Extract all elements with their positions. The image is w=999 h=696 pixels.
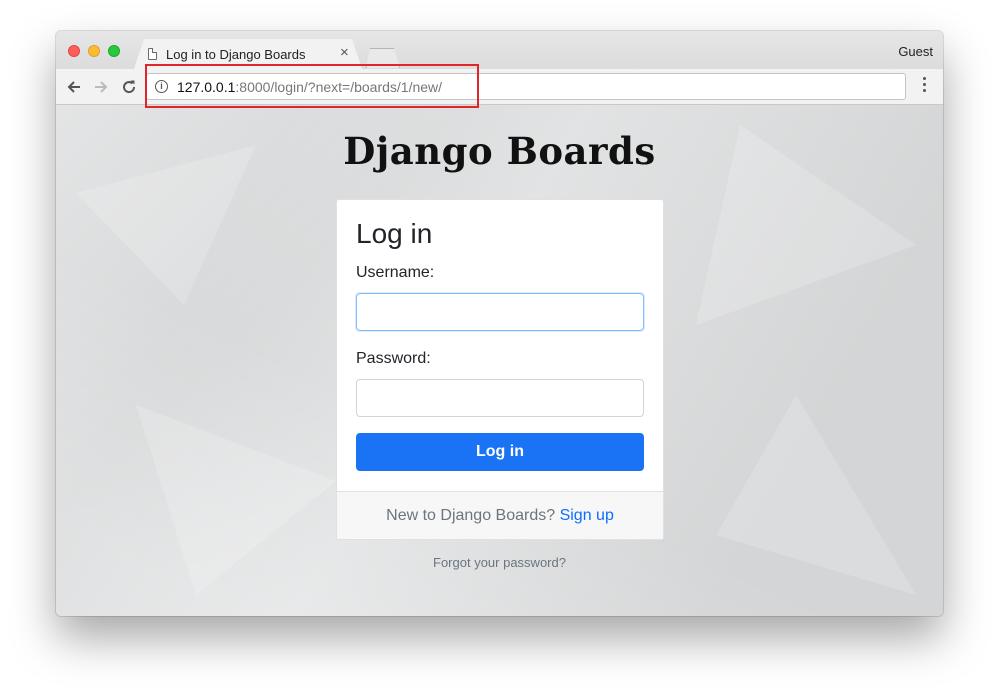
forgot-password-link[interactable]: Forgot your password? (56, 555, 943, 570)
menu-dots-icon[interactable] (922, 77, 928, 95)
login-button[interactable]: Log in (356, 433, 644, 471)
signup-link[interactable]: Sign up (560, 507, 614, 524)
browser-window: Log in to Django Boards × Guest i 127.0.… (56, 31, 943, 616)
card-title: Log in (356, 218, 433, 249)
site-brand[interactable]: Django Boards (56, 129, 943, 173)
close-tab-icon[interactable]: × (340, 45, 349, 61)
reload-icon[interactable] (120, 78, 138, 96)
card-footer: New to Django Boards? Sign up (337, 491, 663, 539)
username-input[interactable] (356, 293, 644, 331)
signup-prompt: New to Django Boards? (386, 507, 560, 524)
url-highlight-box (145, 64, 479, 108)
maximize-window-button[interactable] (108, 45, 120, 57)
close-window-button[interactable] (68, 45, 80, 57)
page-content: Django Boards Log in Username: Password:… (56, 105, 943, 616)
username-label: Username: (356, 264, 435, 281)
tab-title: Log in to Django Boards (166, 47, 306, 62)
login-card: Log in Username: Password: Log in New to… (336, 199, 664, 540)
profile-name[interactable]: Guest (898, 44, 933, 59)
back-arrow-icon[interactable] (65, 78, 83, 96)
forward-arrow-icon[interactable] (92, 78, 110, 96)
page-icon (148, 48, 157, 60)
password-input[interactable] (356, 379, 644, 417)
password-label: Password: (356, 350, 431, 367)
minimize-window-button[interactable] (88, 45, 100, 57)
